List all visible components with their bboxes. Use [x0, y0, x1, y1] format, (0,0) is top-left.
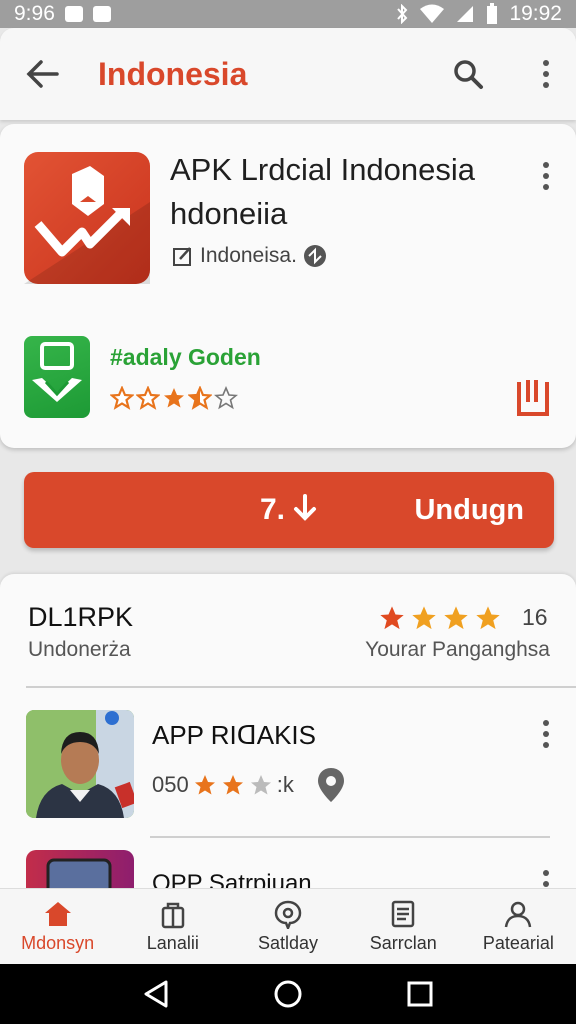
arrow-left-icon — [26, 60, 59, 88]
star-icon — [380, 606, 404, 630]
home-circle-icon[interactable] — [273, 979, 303, 1009]
divider — [150, 836, 550, 838]
location-pin-icon — [317, 768, 344, 802]
download-button[interactable]: 7. Undugn — [24, 472, 554, 548]
sub-app-icon[interactable] — [24, 336, 90, 418]
star-empty-icon — [214, 386, 238, 410]
chat-icon — [274, 900, 302, 929]
list-item-meta: 050 :k — [152, 766, 346, 804]
nav-item-label: Patearial — [482, 933, 554, 953]
arrow-down-icon — [294, 494, 317, 521]
nav-item-chat[interactable]: Satlday — [230, 889, 345, 964]
status-bar: 9:96 19:92 — [0, 0, 576, 28]
list-item-more-button[interactable] — [536, 714, 556, 754]
back-button[interactable] — [22, 54, 62, 94]
star-icon — [164, 388, 184, 408]
star-icon — [110, 386, 134, 410]
search-button[interactable] — [448, 54, 488, 94]
nav-item-label: Sarrclan — [369, 933, 437, 953]
search-icon — [454, 60, 483, 89]
list-item-meta-suffix: :k — [276, 772, 294, 797]
nav-item-label: Lanalii — [146, 933, 199, 953]
reviews-title: DL1RPK — [28, 602, 134, 632]
nav-item-home[interactable]: Mdonsyn — [0, 889, 115, 964]
nav-item-label: Satlday — [257, 933, 319, 953]
back-triangle-icon[interactable] — [142, 979, 170, 1009]
reviews-subtitle: Undonerża — [28, 638, 131, 661]
signal-icon — [457, 6, 474, 22]
nav-item-documents[interactable]: Sarrclan — [346, 889, 461, 964]
person-icon — [505, 901, 532, 928]
document-icon — [391, 900, 415, 928]
more-vert-icon — [536, 54, 556, 94]
page-title: Indonesia — [98, 55, 248, 92]
nav-item-profile[interactable]: Patearial — [461, 889, 576, 964]
system-navigation-bar — [0, 964, 576, 1024]
verified-badge-icon — [303, 245, 326, 267]
overflow-menu-button[interactable] — [526, 54, 566, 94]
sub-app-title[interactable]: #adaly Goden — [110, 344, 261, 371]
publisher-row: Indoneisa. — [172, 244, 327, 268]
app-card: APK Lrdcial Indonesia hdoneiia Indoneisa… — [0, 124, 576, 448]
status-time-left: 9:96 — [14, 2, 55, 25]
star-icon — [136, 386, 160, 410]
reviews-count: 16 — [522, 604, 548, 630]
app-logo-icon[interactable] — [24, 152, 150, 284]
bluetooth-icon — [397, 4, 408, 24]
edit-icon — [173, 247, 191, 266]
app-title: APK Lrdcial Indonesia hdoneiia — [170, 152, 476, 231]
status-time-right: 19:92 — [509, 2, 562, 25]
wifi-icon — [420, 4, 445, 23]
reviews-card: DL1RPK Undonerża 16 Yourar Panganghsa AP… — [0, 574, 576, 912]
divider — [26, 686, 576, 688]
star-half-icon — [188, 386, 212, 410]
reviews-rating — [378, 604, 502, 632]
publisher-name[interactable]: Indoneisa. — [200, 244, 297, 268]
home-icon — [44, 902, 71, 926]
reviews-label[interactable]: Yourar Panganghsa — [365, 638, 550, 662]
camera-icon — [64, 6, 83, 22]
download-label: Undugn — [414, 493, 524, 526]
nav-item-library[interactable]: Lanalii — [115, 889, 230, 964]
list-item-avatar[interactable] — [26, 710, 134, 818]
star-icon — [476, 606, 500, 630]
recents-square-icon[interactable] — [406, 980, 434, 1008]
bag-icon — [161, 902, 185, 929]
list-item-meta-prefix: 050 — [152, 772, 189, 797]
star-icon — [194, 775, 215, 795]
list-item-title[interactable]: APP RIᗡAKIS — [152, 720, 316, 751]
sub-app-rating — [110, 386, 238, 410]
app-card-more-button[interactable] — [536, 156, 556, 196]
battery-icon — [487, 3, 498, 24]
star-empty-icon — [250, 775, 271, 795]
star-icon — [222, 775, 243, 795]
notification-icon — [92, 6, 111, 22]
star-icon — [444, 606, 468, 630]
star-icon — [412, 606, 436, 630]
bookmark-icon[interactable] — [514, 376, 552, 418]
nav-item-label: Mdonsyn — [21, 933, 95, 953]
download-size: 7. — [260, 493, 317, 527]
app-bar: Indonesia — [0, 28, 576, 120]
bottom-navigation: Mdonsyn Lanalii Satlday Sarrclan Pateari… — [0, 888, 576, 964]
